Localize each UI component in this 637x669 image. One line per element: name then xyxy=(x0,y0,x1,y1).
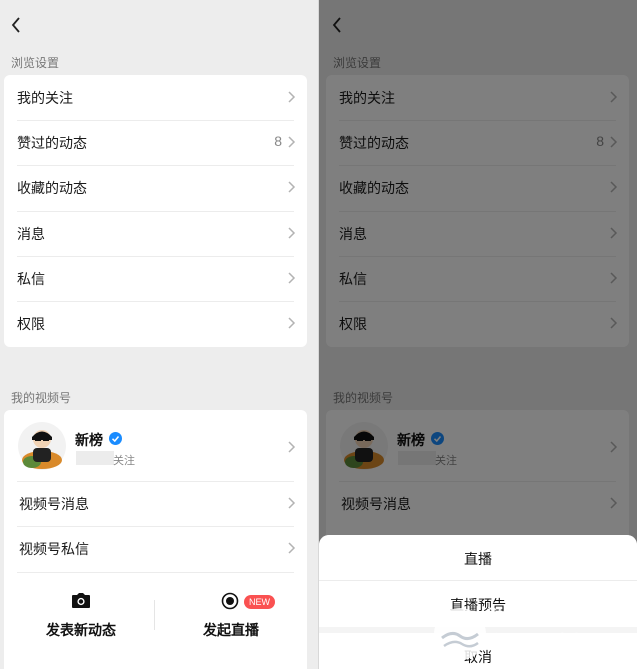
sheet-option-live[interactable]: 直播 xyxy=(319,535,637,581)
sheet-option-label: 直播 xyxy=(464,551,492,567)
watermark-pinyin: CHUANG LI SHU xyxy=(486,604,611,620)
settings-item-label: 收藏的动态 xyxy=(17,180,87,196)
settings-item-label: 权限 xyxy=(17,316,45,332)
chevron-right-icon xyxy=(288,181,296,193)
settings-item-private-messages[interactable]: 私信 xyxy=(4,256,307,301)
start-live-button[interactable]: 发起直播 xyxy=(156,574,306,644)
settings-item-messages[interactable]: 消息 xyxy=(4,211,307,256)
screenshot: 浏览设置 我的关注 赞过的动态 8 收藏的动态 消息 私信 权限 我的视频号 新… xyxy=(0,0,637,669)
divider xyxy=(154,600,155,630)
liked-count: 8 xyxy=(274,133,282,149)
channel-name: 新榜 xyxy=(75,432,103,448)
chevron-left-icon xyxy=(11,17,20,33)
chevron-right-icon xyxy=(288,542,296,554)
divider xyxy=(17,572,294,573)
watermark-circle xyxy=(434,608,486,660)
chevron-right-icon xyxy=(288,272,296,284)
live-record-icon xyxy=(221,592,239,610)
wave-icon xyxy=(441,631,479,648)
settings-screen-with-sheet: 浏览设置 我的关注 赞过的动态 8 收藏的动态 消息 xyxy=(319,0,637,669)
settings-item-label: 消息 xyxy=(17,226,45,242)
browse-settings-title: 浏览设置 xyxy=(11,56,60,70)
channel-item-label: 视频号私信 xyxy=(19,541,89,557)
settings-item-permissions[interactable]: 权限 xyxy=(4,301,307,346)
chevron-right-icon xyxy=(288,227,296,239)
back-button[interactable] xyxy=(5,14,27,36)
watermark-brand: 创利树 xyxy=(490,632,593,657)
channel-messages-item[interactable]: 视频号消息 xyxy=(4,481,307,526)
settings-item-label: 私信 xyxy=(17,271,45,287)
channel-item-label: 视频号消息 xyxy=(19,496,89,512)
chevron-right-icon xyxy=(288,441,296,453)
watermark-logo: CHUANG LI SHU 创利树 xyxy=(430,604,637,669)
chevron-right-icon xyxy=(288,136,296,148)
settings-item-label: 我的关注 xyxy=(17,90,73,106)
top-bar xyxy=(0,0,318,48)
settings-screen: 浏览设置 我的关注 赞过的动态 8 收藏的动态 消息 私信 权限 我的视频号 新… xyxy=(0,0,318,669)
post-label: 发表新动态 xyxy=(46,622,116,638)
chevron-right-icon xyxy=(288,497,296,509)
chevron-right-icon xyxy=(288,317,296,329)
chevron-right-icon xyxy=(288,91,296,103)
browse-settings-card: 我的关注 赞过的动态 8 收藏的动态 消息 私信 xyxy=(4,75,307,347)
channel-private-messages-item[interactable]: 视频号私信 xyxy=(4,526,307,571)
settings-item-my-follows[interactable]: 我的关注 xyxy=(4,75,307,120)
post-new-moment-button[interactable]: 发表新动态 xyxy=(6,574,156,644)
new-badge: NEW xyxy=(244,595,275,609)
settings-item-favorites[interactable]: 收藏的动态 xyxy=(4,165,307,210)
redacted-follow-count xyxy=(76,451,114,465)
settings-item-liked[interactable]: 赞过的动态 8 xyxy=(4,120,307,165)
verified-badge-icon xyxy=(109,432,122,445)
avatar xyxy=(18,422,66,470)
follow-suffix: 关注 xyxy=(113,455,135,467)
live-label: 发起直播 xyxy=(203,622,259,638)
my-channels-title: 我的视频号 xyxy=(11,391,72,405)
settings-item-label: 赞过的动态 xyxy=(17,135,87,151)
channel-profile-row[interactable]: 新榜 关注 xyxy=(4,410,307,484)
camera-icon xyxy=(72,593,90,608)
